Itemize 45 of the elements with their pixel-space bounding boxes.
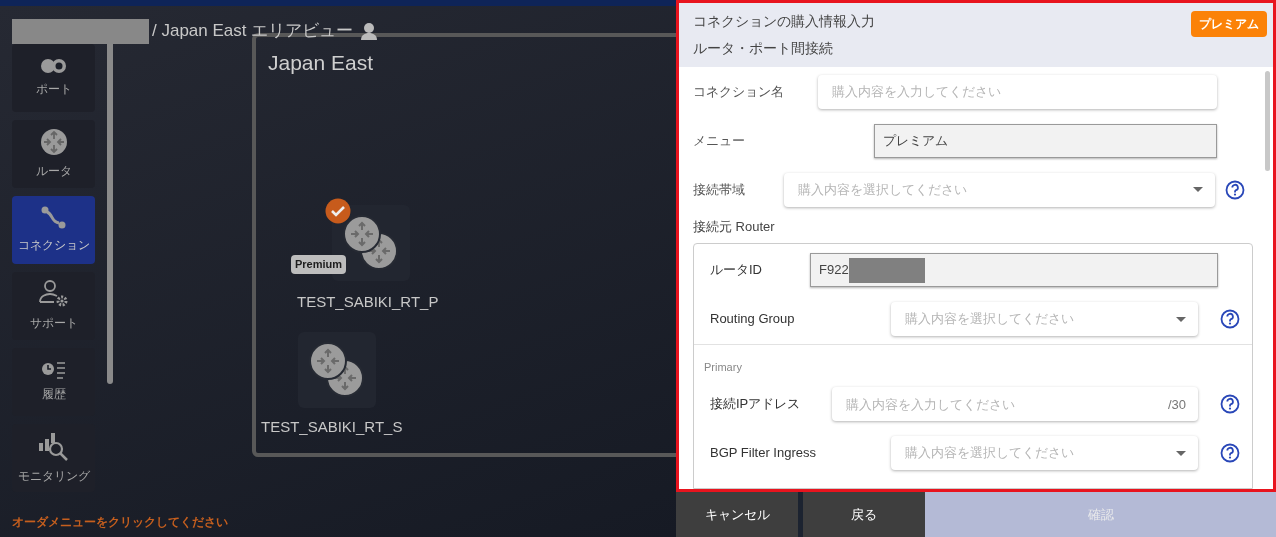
toggle-circles-icon [39,58,68,74]
user-gear-icon [38,280,69,308]
panel-subtitle: ルータ・ポート間接続 [693,39,834,58]
router-icon [39,128,68,156]
sidebar-item[interactable]: サポート [12,272,95,340]
dropdown-caret-icon [1176,450,1186,456]
field-label: 接続帯域 [693,180,746,199]
scrollbar[interactable] [1265,71,1270,171]
sidebar-item[interactable]: ルータ [12,120,95,188]
help-icon[interactable] [1225,179,1245,200]
suffix-label: /30 [1167,396,1186,414]
hint-text: オーダメニューをクリックしてください [11,514,229,531]
field-label: BGP Filter Ingress [710,444,817,463]
field-label: メニュー [693,131,746,150]
breadcrumb: / Japan East エリアビュー [152,20,354,43]
sidebar-item[interactable]: コネクション [12,196,95,264]
dropdown-caret-icon [1193,187,1203,192]
readonly-field: プレミアム [874,123,1217,158]
readonly-field: F922 [810,253,1218,287]
sidebar-item[interactable]: ポート [12,44,95,112]
premium-tag: Premium [291,255,347,274]
router-name: TEST_SABIKI_RT_S [261,417,403,437]
section-title: 接続元 Router [693,218,776,236]
premium-badge: プレミアム [1191,11,1267,37]
chart-search-icon [37,431,70,461]
dropdown-caret-icon [1176,316,1186,322]
router-node[interactable] [298,332,376,408]
region-title: Japan East [268,50,374,76]
help-icon[interactable] [1220,443,1240,463]
help-icon[interactable] [1220,309,1240,329]
input-field[interactable]: 購入内容を入力してください [818,74,1217,109]
help-icon[interactable] [1220,394,1240,414]
user-icon [360,22,379,40]
cancel-button[interactable]: キャンセル [676,492,798,537]
field-label: ルータID [710,261,763,280]
group-label: Primary [704,360,742,373]
field-label: コネクション名 [693,82,785,101]
scrollbar[interactable] [107,44,113,384]
field-label: Routing Group [710,310,796,329]
back-button[interactable]: 戻る [803,492,925,537]
field-label: 接続IPアドレス [710,395,802,414]
panel-title: コネクションの購入情報入力 [693,12,875,31]
router-name: TEST_SABIKI_RT_P [297,292,439,312]
clock-list-icon [40,361,67,379]
connection-path-icon [40,206,67,230]
